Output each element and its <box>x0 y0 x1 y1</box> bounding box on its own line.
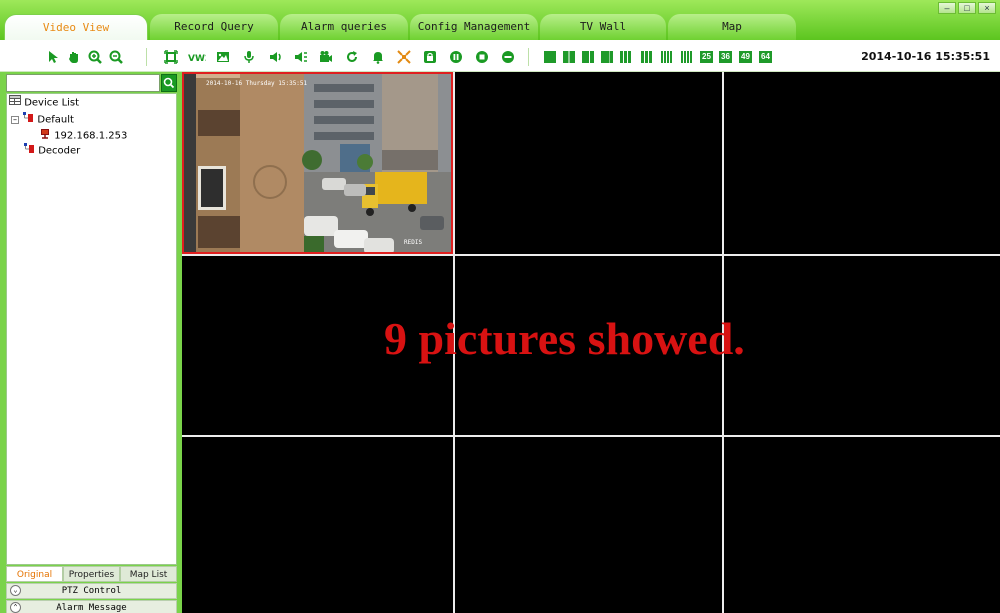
toolbar-separator <box>528 48 529 66</box>
video-cell-1[interactable]: 2014-10-16 Thursday 15:35:51 REDIS <box>182 72 453 254</box>
refresh-icon[interactable] <box>345 50 359 64</box>
search-icon <box>163 77 175 89</box>
alarm-message-section[interactable]: ⌃ Alarm Message <box>6 600 177 613</box>
broadcast-icon[interactable] <box>294 50 308 64</box>
layout-64-button[interactable]: 64 <box>759 51 772 63</box>
chevron-down-icon[interactable]: ⌄ <box>10 585 21 596</box>
close-all-icon[interactable] <box>501 50 515 64</box>
lock-icon[interactable] <box>423 50 437 64</box>
alarm-message-label: Alarm Message <box>56 603 127 613</box>
group-icon <box>23 142 35 159</box>
layout-9-icon[interactable] <box>620 51 632 63</box>
window-controls: – □ × <box>938 2 996 14</box>
tab-config-management[interactable]: Config Management <box>410 14 538 40</box>
close-button[interactable]: × <box>978 2 996 14</box>
svg-text:VW2: VW2 <box>188 54 206 64</box>
ratio-icon[interactable]: VW2 <box>188 50 206 64</box>
panel-tabs: Original Properties Map List <box>6 566 177 582</box>
tree-device-label: 192.168.1.253 <box>54 130 128 142</box>
video-cell-6[interactable] <box>724 256 1000 435</box>
tab-map-list[interactable]: Map List <box>120 566 177 582</box>
tree-root[interactable]: Device List <box>9 95 79 109</box>
tab-video-view[interactable]: Video View <box>4 14 148 41</box>
pan-hand-icon[interactable] <box>67 50 81 64</box>
device-tree: Device List – Default 192.168.1.253 Deco… <box>6 93 177 565</box>
search-input[interactable] <box>6 74 160 92</box>
layout-49-button[interactable]: 49 <box>739 51 752 63</box>
camera-feed-image: 2014-10-16 Thursday 15:35:51 REDIS <box>182 72 453 254</box>
layout-4-icon[interactable] <box>563 51 575 63</box>
tree-device[interactable]: 192.168.1.253 <box>39 127 128 142</box>
layout-6-icon[interactable] <box>582 51 594 63</box>
overlay-caption: 9 pictures showed. <box>384 313 745 364</box>
record-icon[interactable] <box>319 50 333 64</box>
select-pointer-icon[interactable] <box>46 50 60 64</box>
tab-original[interactable]: Original <box>6 566 63 582</box>
layout-25-button[interactable]: 25 <box>700 51 713 63</box>
layout-20-icon[interactable] <box>681 51 693 63</box>
layout-36-button[interactable]: 36 <box>719 51 732 63</box>
video-cell-8[interactable] <box>455 437 722 613</box>
group-icon <box>22 111 34 128</box>
ptz-control-section[interactable]: ⌄ PTZ Control <box>6 583 177 599</box>
chevron-up-icon[interactable]: ⌃ <box>10 602 21 613</box>
video-cell-2[interactable] <box>455 72 722 254</box>
search-button[interactable] <box>161 74 177 92</box>
layout-1-icon[interactable] <box>544 51 556 63</box>
cam-label: REDIS <box>404 239 422 246</box>
snapshot-icon[interactable] <box>216 50 230 64</box>
cam-timestamp: 2014-10-16 Thursday 15:35:51 <box>206 80 308 87</box>
zoom-out-icon[interactable] <box>109 50 123 64</box>
tab-alarm-queries[interactable]: Alarm queries <box>280 14 408 40</box>
zoom-in-icon[interactable] <box>88 50 102 64</box>
restore-button[interactable]: □ <box>958 2 976 14</box>
video-cell-9[interactable] <box>724 437 1000 613</box>
toolbar: VW2 25 36 49 64 2014-10 <box>0 40 1000 72</box>
layout-13-icon[interactable] <box>641 51 653 63</box>
microphone-icon[interactable] <box>242 50 256 64</box>
device-list-icon <box>9 95 21 110</box>
toolbar-separator <box>146 48 147 66</box>
tree-group-decoder-label: Decoder <box>38 145 81 157</box>
tab-bar: Video View Record Query Alarm queries Co… <box>0 0 1000 41</box>
pause-icon[interactable] <box>449 50 463 64</box>
tree-group-default-label: Default <box>37 114 74 126</box>
minimize-button[interactable]: – <box>938 2 956 14</box>
stop-icon[interactable] <box>475 50 489 64</box>
speaker-icon[interactable] <box>268 50 282 64</box>
video-cell-7[interactable] <box>182 437 453 613</box>
layout-16-icon[interactable] <box>661 51 673 63</box>
left-panel: Device List – Default 192.168.1.253 Deco… <box>0 72 182 613</box>
tab-map[interactable]: Map <box>668 14 796 40</box>
layout-8-icon[interactable] <box>601 51 613 63</box>
tab-tv-wall[interactable]: TV Wall <box>540 14 666 40</box>
fit-icon[interactable] <box>397 50 411 64</box>
ptz-control-label: PTZ Control <box>61 586 122 596</box>
video-cell-3[interactable] <box>724 72 1000 254</box>
fullscreen-icon[interactable] <box>164 50 178 64</box>
datetime-display: 2014-10-16 15:35:51 <box>861 50 990 63</box>
tree-group-default[interactable]: – Default <box>11 111 74 128</box>
tree-group-decoder[interactable]: Decoder <box>23 142 81 159</box>
tab-properties[interactable]: Properties <box>63 566 120 582</box>
tree-root-label: Device List <box>24 97 80 109</box>
tab-record-query[interactable]: Record Query <box>150 14 278 40</box>
alarm-bell-icon[interactable] <box>371 50 385 64</box>
collapse-toggle[interactable]: – <box>11 115 19 124</box>
